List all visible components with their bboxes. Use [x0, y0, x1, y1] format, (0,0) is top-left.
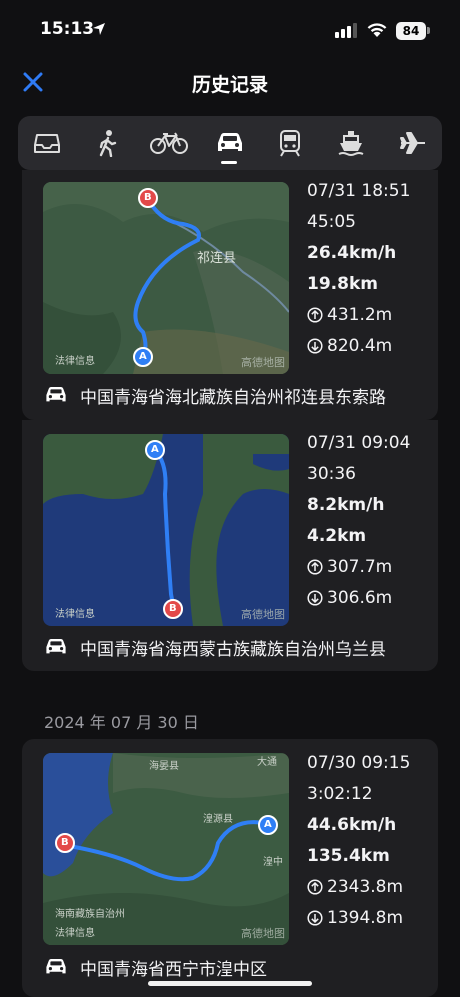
trip-distance: 135.4km [307, 846, 390, 866]
map-provider-logo: 高德地图 [241, 356, 285, 369]
start-marker-label: A [139, 351, 147, 362]
date-section-header: 2024 年 07 月 30 日 [44, 713, 199, 732]
tab-bicycle[interactable] [146, 122, 192, 164]
home-indicator[interactable] [148, 981, 312, 986]
trip-descent: 820.4m [307, 331, 437, 362]
map-place-label: 海晏县 [149, 761, 179, 772]
trip-address-text: 中国青海省海西蒙古族藏族自治州乌兰县 [80, 639, 386, 660]
trip-distance: 4.2km [307, 526, 367, 546]
trip-address: 中国青海省海北藏族自治州祁连县东索路 [44, 381, 386, 409]
trip-map-image [43, 434, 289, 626]
map-legal-link[interactable]: 法律信息 [55, 924, 95, 939]
ascent-arrow-icon [307, 879, 323, 895]
location-arrow-icon [93, 23, 105, 35]
battery-tip [427, 27, 430, 34]
tab-inbox[interactable] [24, 122, 70, 164]
trip-card[interactable]: A B 海晏县 湟源县 海南藏族自治州 湟中 大通 法律信息 高德地图 07/3… [22, 739, 438, 997]
map-place-label: 大通 [257, 757, 277, 768]
trip-duration: 30:36 [307, 464, 356, 484]
tab-walking[interactable] [84, 122, 130, 164]
map-place-label: 祁连县 [197, 251, 237, 266]
map-place-label: 湟源县 [203, 814, 233, 825]
trip-datetime: 07/30 09:15 [307, 753, 411, 773]
start-marker-label: A [264, 819, 272, 830]
ascent-arrow-icon [307, 307, 323, 323]
trip-ascent: 2343.8m [307, 872, 437, 903]
car-icon [46, 387, 66, 402]
page-title: 历史记录 [191, 74, 268, 96]
map-place-label: 海南藏族自治州 [55, 909, 125, 920]
bicycle-icon [150, 132, 188, 154]
trip-address: 中国青海省海西蒙古族藏族自治州乌兰县 [44, 633, 386, 661]
navigation-bar: 历史记录 [0, 60, 460, 108]
descent-arrow-icon [307, 910, 323, 926]
trip-descent-value: 306.6m [327, 588, 393, 608]
descent-arrow-icon [307, 590, 323, 606]
ascent-arrow-icon [307, 559, 323, 575]
status-time: 15:13 [40, 19, 95, 39]
start-marker-label: A [151, 444, 159, 455]
trip-speed: 8.2km/h [307, 495, 385, 515]
trip-address-text: 中国青海省海北藏族自治州祁连县东索路 [80, 387, 386, 408]
trip-distance: 19.8km [307, 274, 378, 294]
wifi-icon [367, 23, 387, 37]
end-marker-label: B [61, 837, 69, 848]
map-place-label: 湟中 [263, 857, 283, 868]
train-icon [280, 130, 300, 157]
map-provider-logo: 高德地图 [241, 608, 285, 621]
tab-airplane[interactable] [390, 122, 436, 164]
trip-ascent-value: 431.2m [327, 305, 393, 325]
cellular-signal-icon [335, 23, 357, 38]
battery-indicator: 84 [396, 22, 426, 40]
trip-address: 中国青海省西宁市湟中区 [44, 953, 267, 981]
trip-ascent: 431.2m [307, 300, 437, 331]
trip-ascent: 307.7m [307, 552, 437, 583]
car-icon [218, 133, 242, 151]
trip-duration: 3:02:12 [307, 784, 373, 804]
trip-ascent-value: 307.7m [327, 557, 393, 577]
car-icon [46, 639, 66, 654]
trip-map-image [43, 182, 289, 374]
tab-car[interactable] [207, 122, 253, 164]
map-legal-link[interactable]: 法律信息 [55, 352, 95, 367]
walking-icon [99, 130, 117, 157]
trip-datetime: 07/31 18:51 [307, 181, 411, 201]
tab-train[interactable] [267, 122, 313, 164]
trip-speed: 26.4km/h [307, 243, 397, 263]
map-legal-link[interactable]: 法律信息 [55, 605, 95, 620]
trip-ascent-value: 2343.8m [327, 877, 404, 897]
trip-speed: 44.6km/h [307, 815, 397, 835]
tab-ship[interactable] [328, 122, 374, 164]
ship-icon [338, 131, 364, 156]
trip-descent-value: 820.4m [327, 336, 393, 356]
map-provider-logo: 高德地图 [241, 927, 285, 940]
trip-stats: 07/30 09:15 3:02:12 44.6km/h 135.4km 234… [307, 748, 437, 934]
trip-duration: 45:05 [307, 212, 356, 232]
trip-descent-value: 1394.8m [327, 908, 404, 928]
trip-card[interactable]: B A 祁连县 法律信息 高德地图 07/31 18:51 45:05 26.4… [22, 170, 438, 420]
trip-card[interactable]: A B 法律信息 高德地图 07/31 09:04 30:36 8.2km/h … [22, 420, 438, 671]
trip-stats: 07/31 09:04 30:36 8.2km/h 4.2km 307.7m 3… [307, 428, 437, 614]
trip-map[interactable]: A B 海晏县 湟源县 海南藏族自治州 湟中 大通 法律信息 高德地图 [43, 753, 289, 945]
airplane-icon [400, 132, 425, 154]
end-marker-label: B [144, 192, 152, 203]
end-marker-label: B [169, 603, 177, 614]
trip-map[interactable]: B A 祁连县 法律信息 高德地图 [43, 182, 289, 374]
inbox-tray-icon [34, 134, 60, 153]
status-bar: 15:13 84 [0, 0, 460, 60]
trip-datetime: 07/31 09:04 [307, 433, 411, 453]
car-icon [46, 959, 66, 974]
trip-stats: 07/31 18:51 45:05 26.4km/h 19.8km 431.2m… [307, 176, 437, 362]
trip-map[interactable]: A B 法律信息 高德地图 [43, 434, 289, 626]
trip-address-text: 中国青海省西宁市湟中区 [80, 959, 267, 980]
trip-descent: 1394.8m [307, 903, 437, 934]
descent-arrow-icon [307, 338, 323, 354]
active-tab-indicator [221, 161, 237, 164]
trip-descent: 306.6m [307, 583, 437, 614]
